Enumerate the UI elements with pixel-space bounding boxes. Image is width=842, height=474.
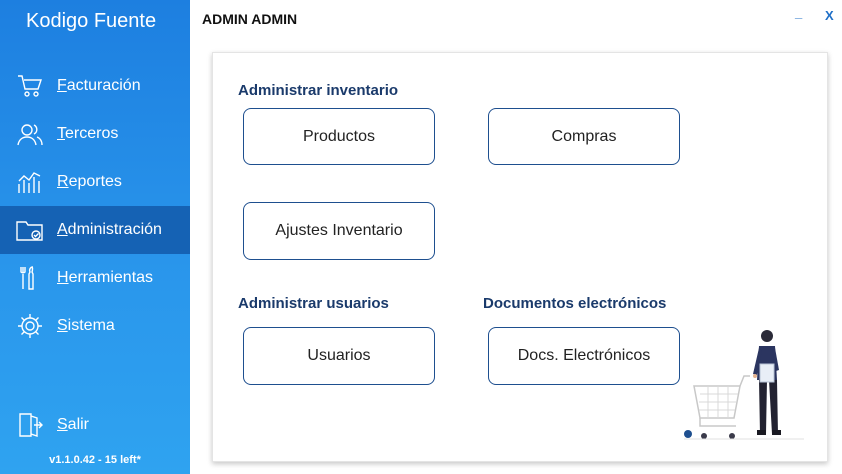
sidebar-item-reportes[interactable]: Reportes xyxy=(0,162,190,202)
section-usuarios-title: Administrar usuarios xyxy=(238,295,389,312)
sidebar-item-sistema[interactable]: Sistema xyxy=(0,306,190,346)
sidebar-item-label: Administración xyxy=(57,221,162,238)
section-inventario-title: Administrar inventario xyxy=(238,82,399,99)
exit-label: Salir xyxy=(57,416,90,433)
tools-icon xyxy=(16,264,44,292)
users-icon xyxy=(16,120,44,148)
sidebar-item-terceros[interactable]: Terceros xyxy=(0,114,190,154)
sidebar-item-label: Reportes xyxy=(57,173,122,190)
minimize-button[interactable]: _ xyxy=(795,5,802,20)
ajustes-inventario-button[interactable]: Ajustes Inventario xyxy=(243,202,435,260)
sidebar-item-herramientas[interactable]: Herramientas xyxy=(0,258,190,298)
sidebar-item-label: Facturación xyxy=(57,77,141,94)
exit-button[interactable]: Salir xyxy=(0,405,190,445)
sidebar-item-facturacion[interactable]: Facturación xyxy=(0,66,190,106)
gear-icon xyxy=(16,312,44,340)
chart-icon xyxy=(16,168,44,196)
cart-icon xyxy=(16,72,44,100)
compras-button[interactable]: Compras xyxy=(488,108,680,165)
sidebar-item-label: Sistema xyxy=(57,317,115,334)
current-user: ADMIN ADMIN xyxy=(202,11,298,27)
usuarios-button[interactable]: Usuarios xyxy=(243,327,435,385)
sidebar-item-administracion[interactable]: Administración xyxy=(0,206,190,254)
shopping-illustration xyxy=(684,330,804,440)
sidebar: Kodigo Fuente Facturación Terceros Repor… xyxy=(0,0,190,474)
sidebar-item-label: Terceros xyxy=(57,125,119,142)
app-title: Kodigo Fuente xyxy=(26,10,157,32)
productos-button[interactable]: Productos xyxy=(243,108,435,165)
section-documentos-title: Documentos electrónicos xyxy=(483,295,667,312)
folder-settings-icon xyxy=(16,216,44,244)
docs-electronicos-button[interactable]: Docs. Electrónicos xyxy=(488,327,680,385)
exit-door-icon xyxy=(16,411,44,439)
sidebar-item-label: Herramientas xyxy=(57,269,154,286)
version-label: v1.1.0.42 - 15 left* xyxy=(49,454,141,466)
close-button[interactable]: X xyxy=(825,8,834,23)
